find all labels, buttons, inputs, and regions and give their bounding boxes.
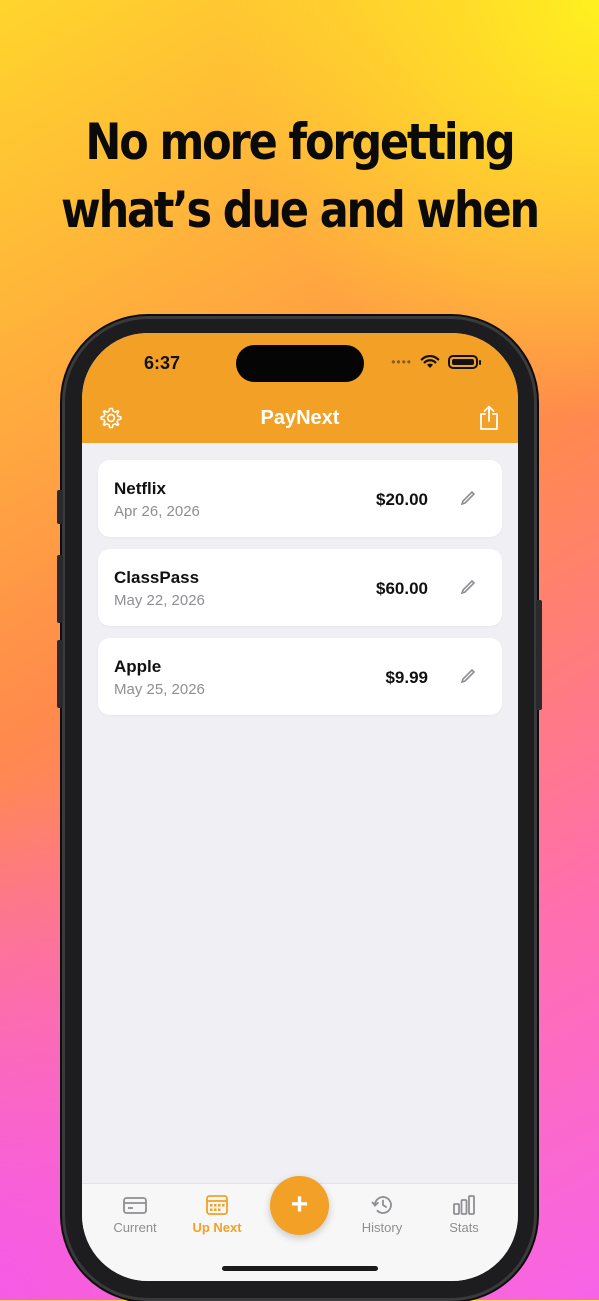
bar-chart-icon: [453, 1195, 475, 1215]
bill-name: ClassPass: [114, 568, 200, 587]
bill-date: Apr 26, 2026: [114, 503, 200, 520]
tab-up-next[interactable]: Up Next: [182, 1194, 252, 1235]
bill-amount: $9.99: [385, 668, 428, 687]
history-icon: [371, 1196, 392, 1214]
battery-icon: [448, 355, 481, 369]
signal-icon: ••••: [391, 355, 412, 369]
bill-name: Apple: [114, 657, 162, 676]
wifi-icon: [420, 355, 440, 368]
edit-pencil-icon[interactable]: [460, 490, 476, 506]
headline-line-2: what’s due and when: [61, 181, 540, 239]
phone-volume-down: [57, 640, 63, 708]
dynamic-island: [236, 345, 364, 382]
status-time: 6:37: [144, 353, 181, 373]
calendar-icon: [206, 1195, 228, 1215]
app-title: PayNext: [260, 407, 340, 429]
tab-current[interactable]: Current: [100, 1194, 170, 1235]
share-icon[interactable]: [478, 405, 500, 431]
phone-silent-switch: [57, 490, 63, 524]
status-icons: ••••: [391, 355, 481, 369]
edit-pencil-icon[interactable]: [460, 579, 476, 595]
bill-date: May 25, 2026: [114, 681, 205, 698]
add-bill-button[interactable]: +: [270, 1176, 329, 1235]
phone-power-button: [536, 600, 542, 710]
tab-stats[interactable]: Stats: [429, 1194, 499, 1235]
bill-date: May 22, 2026: [114, 592, 205, 609]
tab-history[interactable]: History: [347, 1194, 417, 1235]
app-header: 6:37 •••• PayNext: [82, 333, 518, 443]
bill-amount: $60.00: [376, 579, 428, 598]
bill-card-classpass[interactable]: ClassPass May 22, 2026 $60.00: [98, 549, 502, 626]
bill-amount: $20.00: [376, 490, 428, 509]
card-icon: [123, 1197, 147, 1214]
phone-volume-up: [57, 555, 63, 623]
bill-name: Netflix: [114, 479, 166, 498]
bill-card-netflix[interactable]: Netflix Apr 26, 2026 $20.00: [98, 460, 502, 537]
headline-line-1: No more forgetting: [85, 113, 515, 171]
edit-pencil-icon[interactable]: [460, 668, 476, 684]
tab-bar: Current Up Next + History Stats: [82, 1176, 518, 1281]
tab-label: Current: [113, 1220, 157, 1235]
tab-label: Stats: [449, 1220, 479, 1235]
headline: No more forgetting what’s due and when: [42, 108, 557, 244]
tab-label: History: [361, 1220, 403, 1235]
bill-card-apple[interactable]: Apple May 25, 2026 $9.99: [98, 638, 502, 715]
bill-list: Netflix Apr 26, 2026 $20.00 ClassPass Ma…: [98, 460, 502, 727]
home-indicator: [222, 1266, 378, 1271]
app-screen: 6:37 •••• PayNext Netflix Apr 26, 2026 $…: [82, 333, 518, 1281]
tab-label: Up Next: [192, 1220, 242, 1235]
